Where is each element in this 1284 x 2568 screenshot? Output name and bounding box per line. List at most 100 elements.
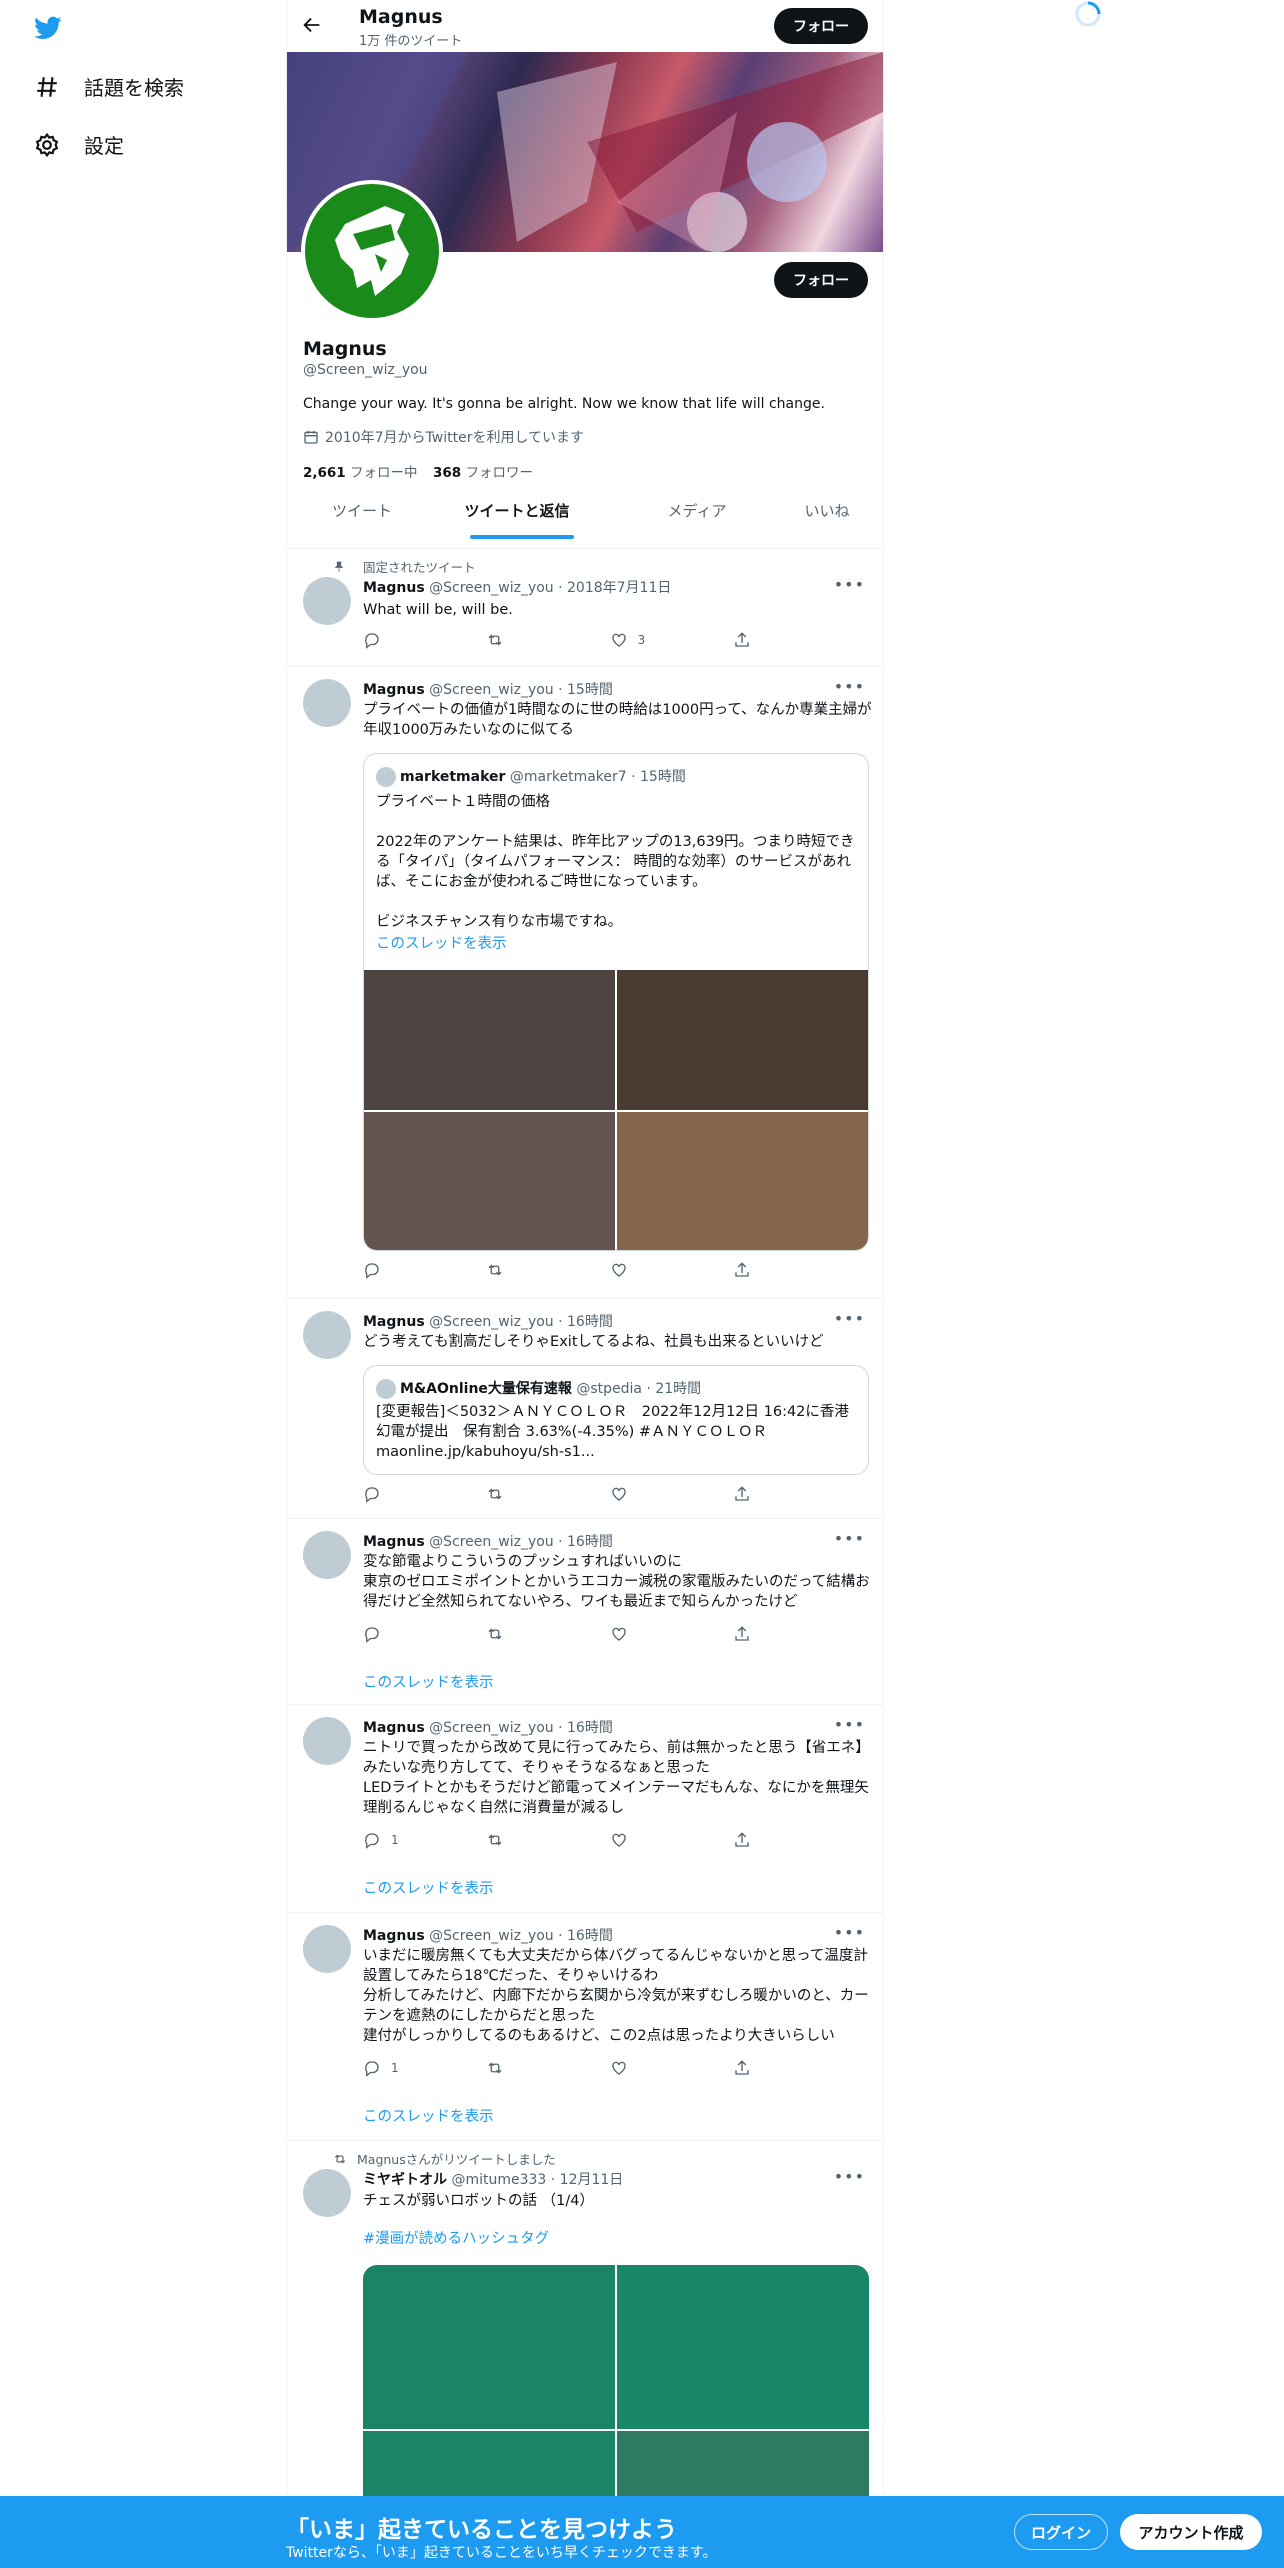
nav-explore[interactable]: 話題を検索 xyxy=(34,72,184,101)
login-button[interactable]: ログイン xyxy=(1014,2514,1108,2550)
like-button[interactable] xyxy=(610,1485,670,1503)
more-options-icon[interactable]: ••• xyxy=(834,1923,865,1942)
more-options-icon[interactable]: ••• xyxy=(834,677,865,696)
like-button[interactable] xyxy=(610,2059,670,2077)
like-count: 3 xyxy=(637,633,646,647)
retweet-button[interactable] xyxy=(486,1485,546,1503)
reply-icon xyxy=(365,1627,379,1643)
show-thread-link[interactable]: このスレッドを表示 xyxy=(363,1877,494,1898)
quote-tweet[interactable]: M&AOnline大量保有速報 @stpedia · 21時間 [変更報告]＜5… xyxy=(363,1365,869,1475)
share-icon xyxy=(735,2060,749,2075)
avatar[interactable] xyxy=(303,1531,351,1579)
profile-bio: Change your way. It's gonna be alright. … xyxy=(303,396,825,412)
avatar[interactable] xyxy=(303,577,351,625)
reply-button[interactable] xyxy=(363,1485,423,1503)
tweet-author-name[interactable]: Magnus xyxy=(363,682,425,698)
like-button[interactable]: 3 xyxy=(610,631,670,649)
more-options-icon[interactable]: ••• xyxy=(834,1715,865,1734)
like-button[interactable] xyxy=(610,1831,670,1849)
media-grid[interactable] xyxy=(364,970,868,1250)
show-thread-link[interactable]: このスレッドを表示 xyxy=(363,2105,494,2126)
tweet-item[interactable]: 固定されたツイート Magnus @Screen_wiz_you · 2018年… xyxy=(287,549,883,667)
profile-avatar[interactable] xyxy=(301,180,443,322)
media-image[interactable] xyxy=(364,970,615,1110)
pinned-label: 固定されたツイート xyxy=(363,560,476,575)
tweet-item[interactable]: Magnus @Screen_wiz_you · 15時間 ••• プライベート… xyxy=(287,667,883,1299)
tweet-header: Magnus @Screen_wiz_you · 15時間 xyxy=(363,679,613,699)
tweet-item[interactable]: Magnus @Screen_wiz_you · 16時間 ••• どう考えても… xyxy=(287,1299,883,1519)
avatar[interactable] xyxy=(303,1925,351,1973)
share-button[interactable] xyxy=(733,631,793,649)
like-button[interactable] xyxy=(610,1261,670,1279)
quote-meta: @marketmaker7 · 15時間 xyxy=(509,769,686,785)
tweet-actions: 1 xyxy=(363,1831,793,1849)
heart-icon xyxy=(611,1833,626,1847)
hashtag-link[interactable]: #漫画が読めるハッシュタグ xyxy=(363,2229,873,2249)
tweet-text: チェスが弱いロボットの話 （1/4） xyxy=(363,2193,594,2209)
quote-tweet[interactable]: marketmaker @marketmaker7 · 15時間 プライベート１… xyxy=(363,753,869,1251)
retweet-icon xyxy=(488,1834,502,1846)
tweet-text: いまだに暖房無くても大丈夫だから体バグってるんじゃないかと思って温度計設置してみ… xyxy=(363,1948,869,2044)
retweet-button[interactable] xyxy=(486,1831,546,1849)
twitter-logo-icon[interactable] xyxy=(32,14,64,42)
tweet-author-name[interactable]: Magnus xyxy=(363,1928,425,1944)
share-button[interactable] xyxy=(733,1831,793,1849)
tweet-item[interactable]: Magnus @Screen_wiz_you · 16時間 ••• 変な節電より… xyxy=(287,1519,883,1705)
tweet-author-name[interactable]: Magnus xyxy=(363,580,425,596)
tab-likes[interactable]: いいね xyxy=(787,500,867,521)
avatar[interactable] xyxy=(303,2169,351,2217)
retweet-button[interactable] xyxy=(486,1625,546,1643)
share-icon xyxy=(735,1486,749,1501)
reply-button[interactable] xyxy=(363,1625,423,1643)
heart-icon xyxy=(611,1487,626,1501)
followers-stat[interactable]: 368 フォロワー xyxy=(433,461,533,481)
nav-settings[interactable]: 設定 xyxy=(34,130,124,159)
tab-media[interactable]: メディア xyxy=(647,500,747,521)
more-options-icon[interactable]: ••• xyxy=(834,575,865,594)
quote-thread-link[interactable]: このスレッドを表示 xyxy=(376,932,507,953)
tweet-text: ニトリで買ったから改めて見に行ってみたら、前は無かったと思う【省エネ】みたいな売… xyxy=(363,1740,870,1816)
avatar[interactable] xyxy=(303,1311,351,1359)
reply-button[interactable] xyxy=(363,631,423,649)
like-button[interactable] xyxy=(610,1625,670,1643)
share-button[interactable] xyxy=(733,1485,793,1503)
retweet-button[interactable] xyxy=(486,2059,546,2077)
media-image[interactable] xyxy=(617,970,868,1110)
signup-button[interactable]: アカウント作成 xyxy=(1120,2514,1262,2550)
reply-icon xyxy=(365,1487,379,1503)
media-image[interactable] xyxy=(364,1112,615,1250)
tweet-author-name[interactable]: Magnus xyxy=(363,1314,425,1330)
share-button[interactable] xyxy=(733,1261,793,1279)
profile-follow-button[interactable]: フォロー xyxy=(774,262,868,298)
header-follow-button[interactable]: フォロー xyxy=(774,8,868,44)
tab-tweets-replies[interactable]: ツイートと返信 xyxy=(447,500,587,521)
back-arrow-icon[interactable] xyxy=(301,14,325,38)
retweet-button[interactable] xyxy=(486,631,546,649)
retweet-button[interactable] xyxy=(486,1261,546,1279)
hashtag-icon xyxy=(37,76,57,97)
more-options-icon[interactable]: ••• xyxy=(834,2167,865,2186)
avatar[interactable] xyxy=(303,679,351,727)
share-button[interactable] xyxy=(733,2059,793,2077)
reply-button[interactable]: 1 xyxy=(363,1831,423,1849)
media-image[interactable] xyxy=(363,2265,615,2429)
tweet-item[interactable]: Magnus @Screen_wiz_you · 16時間 ••• いまだに暖房… xyxy=(287,1913,883,2141)
tab-tweets[interactable]: ツイート xyxy=(317,500,407,521)
tweet-item[interactable]: Magnus @Screen_wiz_you · 16時間 ••• ニトリで買っ… xyxy=(287,1705,883,1913)
tweet-author-name[interactable]: ミヤギトオル xyxy=(363,2172,447,2188)
more-options-icon[interactable]: ••• xyxy=(834,1309,865,1328)
followers-label: フォロワー xyxy=(465,465,533,481)
show-thread-link[interactable]: このスレッドを表示 xyxy=(363,1671,494,1692)
reply-button[interactable]: 1 xyxy=(363,2059,423,2077)
media-image[interactable] xyxy=(617,1112,868,1250)
following-stat[interactable]: 2,661 フォロー中 xyxy=(303,461,418,481)
reply-button[interactable] xyxy=(363,1261,423,1279)
tweet-author-name[interactable]: Magnus xyxy=(363,1720,425,1736)
tweet-author-name[interactable]: Magnus xyxy=(363,1534,425,1550)
share-button[interactable] xyxy=(733,1625,793,1643)
tab-active-indicator xyxy=(470,535,574,539)
reply-icon xyxy=(365,1833,379,1849)
more-options-icon[interactable]: ••• xyxy=(834,1529,865,1548)
media-image[interactable] xyxy=(617,2265,869,2429)
avatar[interactable] xyxy=(303,1717,351,1765)
